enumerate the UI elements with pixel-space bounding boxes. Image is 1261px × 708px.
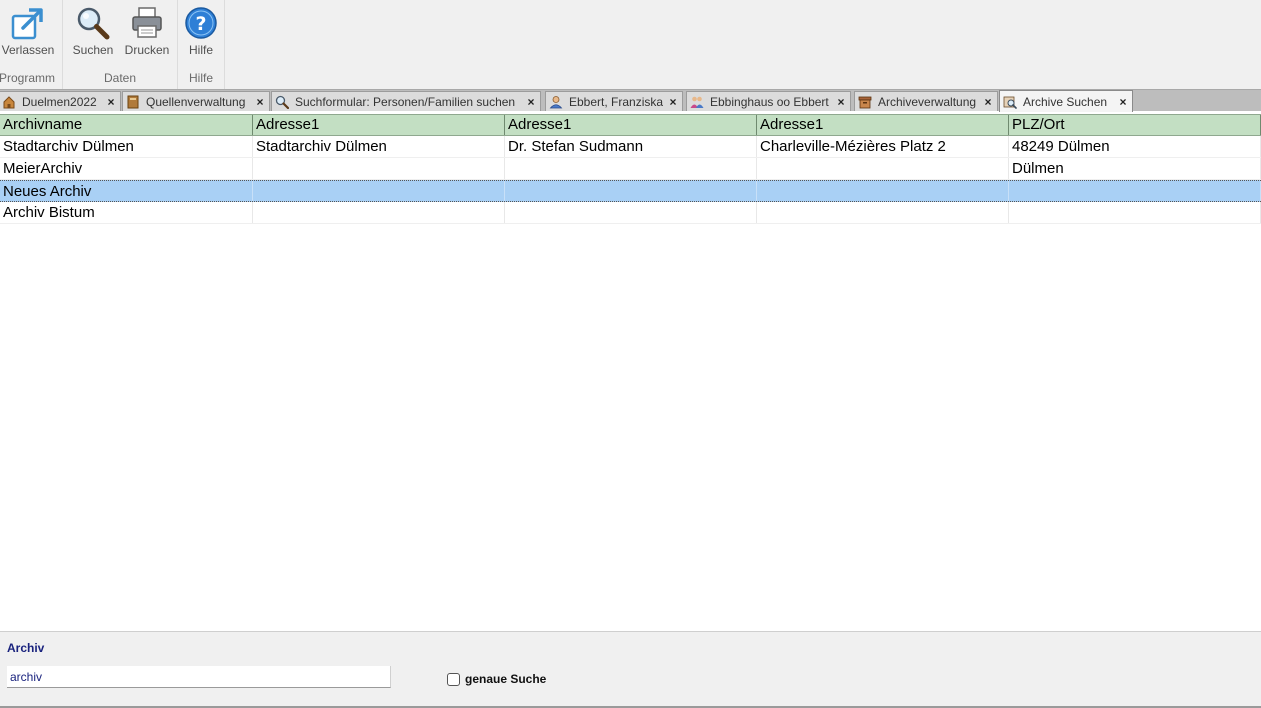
table-cell — [757, 202, 1009, 223]
tab-quellenverwaltung[interactable]: Quellenverwaltung × — [122, 91, 270, 111]
exit-button[interactable]: Verlassen — [0, 4, 58, 60]
exact-search-label: genaue Suche — [465, 672, 547, 686]
exact-search-toggle[interactable]: genaue Suche — [447, 672, 546, 686]
table-cell — [253, 158, 505, 179]
tab-close-icon[interactable]: × — [525, 95, 537, 109]
house-icon — [3, 95, 15, 108]
help-button[interactable]: ? Hilfe — [176, 4, 226, 60]
table-cell: 48249 Dülmen — [1009, 136, 1261, 157]
tab-suchformular[interactable]: Suchformular: Personen/Familien suchen × — [271, 91, 541, 111]
tab-close-icon[interactable]: × — [254, 95, 266, 109]
table-cell — [505, 202, 757, 223]
column-header-adresse1[interactable]: Adresse1 — [253, 115, 505, 135]
column-header-adresse1-2[interactable]: Adresse1 — [505, 115, 757, 135]
table-cell: MeierArchiv — [0, 158, 253, 179]
column-header-adresse1-3[interactable]: Adresse1 — [757, 115, 1009, 135]
table-cell: Neues Archiv — [0, 181, 253, 201]
tab-archiveverwaltung[interactable]: Archiveverwaltung × — [854, 91, 998, 111]
table-row[interactable]: Stadtarchiv Dülmen Stadtarchiv Dülmen Dr… — [0, 136, 1261, 158]
table-cell — [505, 158, 757, 179]
table-cell: Dr. Stefan Sudmann — [505, 136, 757, 157]
printer-icon — [132, 7, 162, 38]
tab-ebbinghaus-oo-ebbert[interactable]: Ebbinghaus oo Ebbert × — [686, 91, 851, 111]
table-cell: Stadtarchiv Dülmen — [0, 136, 253, 157]
ribbon-group-hilfe: ? Hilfe Hilfe — [178, 0, 225, 89]
table-cell: Stadtarchiv Dülmen — [253, 136, 505, 157]
group-label-hilfe: Hilfe — [188, 71, 213, 85]
svg-text:?: ? — [195, 13, 206, 35]
table-cell: Charleville-Mézières Platz 2 — [757, 136, 1009, 157]
print-label: Drucken — [124, 43, 170, 57]
tab-close-icon[interactable]: × — [1117, 95, 1129, 109]
archiv-field-label: Archiv — [7, 641, 45, 655]
table-cell: Dülmen — [1009, 158, 1261, 179]
table-cell — [757, 181, 1009, 201]
book-icon — [127, 95, 139, 108]
print-button[interactable]: Drucken — [121, 4, 173, 60]
person-icon — [549, 95, 563, 108]
group-label-programm: Programm — [0, 71, 55, 85]
ribbon-group-programm: Verlassen Programm — [0, 0, 63, 89]
help-label: Hilfe — [188, 43, 213, 57]
column-header-plz-ort[interactable]: PLZ/Ort — [1009, 115, 1261, 135]
magnifier-icon — [275, 95, 289, 109]
table-row-selected[interactable]: Neues Archiv — [0, 180, 1261, 202]
table-cell — [1009, 202, 1261, 223]
exact-search-checkbox[interactable] — [447, 672, 460, 686]
search-label: Suchen — [72, 43, 114, 57]
table-row[interactable]: MeierArchiv Dülmen — [0, 158, 1261, 180]
magnifier-icon — [77, 7, 110, 40]
tab-close-icon[interactable]: × — [667, 95, 679, 109]
tab-close-icon[interactable]: × — [105, 95, 117, 109]
document-tab-bar: Duelmen2022 × Quellenverwaltung × Suchfo… — [0, 89, 1261, 112]
tab-close-icon[interactable]: × — [835, 95, 847, 109]
tab-close-icon[interactable]: × — [982, 95, 994, 109]
archiv-search-input[interactable] — [7, 666, 391, 688]
table-cell — [253, 202, 505, 223]
table-cell: Archiv Bistum — [0, 202, 253, 223]
tab-duelmen2022[interactable]: Duelmen2022 × — [0, 91, 121, 111]
table-row[interactable]: Archiv Bistum — [0, 202, 1261, 224]
archive-icon — [858, 96, 872, 108]
tab-archive-suchen[interactable]: Archive Suchen × — [999, 90, 1133, 112]
exit-arrow-icon — [11, 8, 43, 40]
table-cell — [1009, 181, 1261, 201]
table-cell — [505, 181, 757, 201]
archive-search-icon — [1003, 96, 1017, 109]
ribbon-group-daten: Suchen Drucken Daten — [63, 0, 178, 89]
couple-icon — [690, 96, 704, 108]
exit-label: Verlassen — [1, 43, 55, 57]
tab-ebbert-franziska[interactable]: Ebbert, Franziska × — [545, 91, 683, 111]
column-header-archivname[interactable]: Archivname — [0, 115, 253, 135]
group-label-daten: Daten — [103, 71, 137, 85]
table-header: Archivname Adresse1 Adresse1 Adresse1 PL… — [0, 114, 1261, 136]
help-icon: ? — [185, 7, 217, 39]
search-panel: Archiv genaue Suche — [0, 631, 1261, 708]
search-button[interactable]: Suchen — [67, 4, 119, 60]
table-cell — [757, 158, 1009, 179]
table-cell — [253, 181, 505, 201]
archive-table: Archivname Adresse1 Adresse1 Adresse1 PL… — [0, 114, 1261, 224]
ribbon-toolbar: Verlassen Programm Suchen Drucken Daten — [0, 0, 1261, 89]
